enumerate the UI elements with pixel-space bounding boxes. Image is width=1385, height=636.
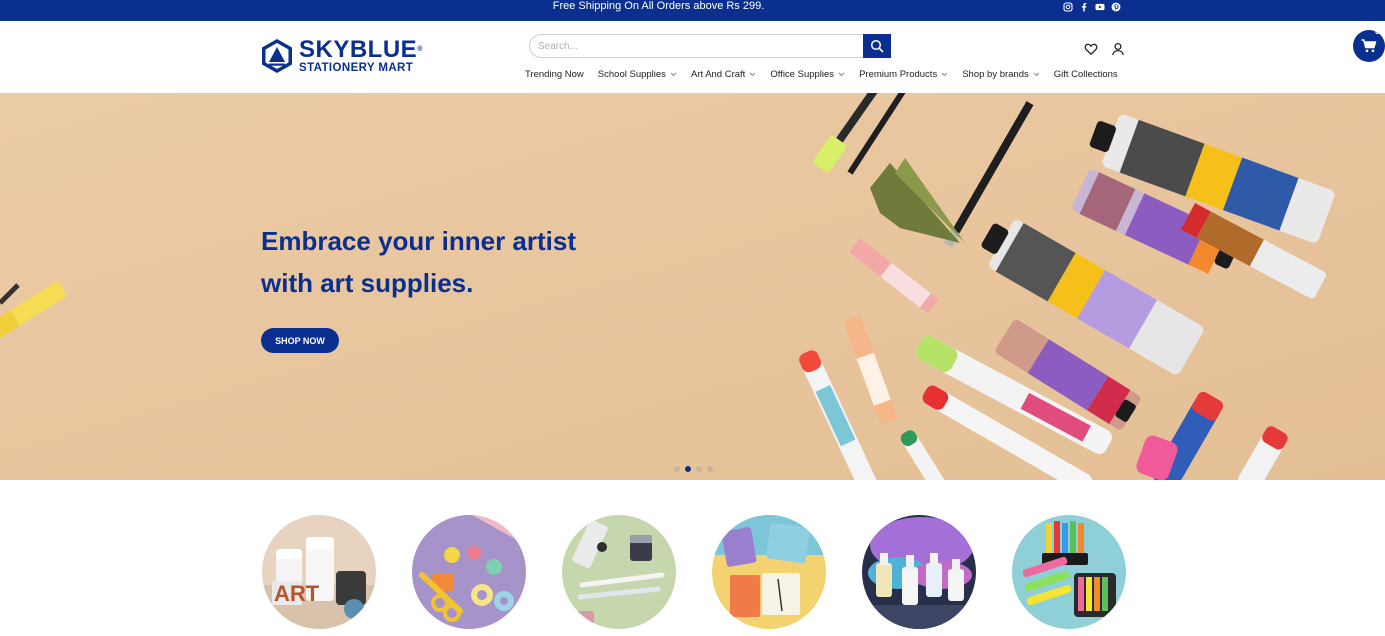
search-button[interactable] <box>863 34 891 58</box>
facebook-icon[interactable] <box>1079 2 1089 12</box>
logo-subtitle: STATIONERY MART <box>299 62 414 74</box>
hero-heading: Embrace your inner artist with art suppl… <box>261 226 576 298</box>
category-fountain-pens[interactable] <box>562 515 676 629</box>
user-icon[interactable] <box>1111 42 1125 56</box>
chevron-down-icon <box>838 72 845 76</box>
carousel-dots <box>674 466 713 472</box>
site-header: SKYBLUE® STATIONERY MART Trending Now Sc… <box>0 21 1385 93</box>
category-ink-bottles[interactable] <box>862 515 976 629</box>
main-nav: Trending Now School Supplies Art And Cra… <box>525 67 1118 81</box>
logo-mark-icon <box>262 39 292 73</box>
category-craft-tools[interactable] <box>412 515 526 629</box>
heart-icon[interactable] <box>1084 42 1098 56</box>
nav-item-school-supplies[interactable]: School Supplies <box>598 69 677 80</box>
category-paint-jars[interactable]: ART <box>262 515 376 629</box>
announcement-bar: Free Shipping On All Orders above Rs 299… <box>0 0 1385 21</box>
social-links <box>1063 2 1121 12</box>
chevron-down-icon <box>749 72 756 76</box>
chevron-down-icon <box>670 72 677 76</box>
pinterest-icon[interactable] <box>1111 2 1121 12</box>
cart-icon <box>1361 39 1377 53</box>
carousel-dot[interactable] <box>696 466 702 472</box>
nav-item-premium-products[interactable]: Premium Products <box>859 69 948 80</box>
search-bar <box>529 34 891 58</box>
logo-title: SKYBLUE® <box>299 36 423 63</box>
chevron-down-icon <box>941 72 948 76</box>
logo[interactable]: SKYBLUE® STATIONERY MART <box>260 38 423 74</box>
cart-count-badge: 0 <box>1375 27 1380 36</box>
nav-item-gift-collections[interactable]: Gift Collections <box>1054 69 1118 80</box>
hero-art-supplies-image <box>0 93 1385 480</box>
nav-item-office-supplies[interactable]: Office Supplies <box>770 69 845 80</box>
svg-text:ART: ART <box>274 581 320 606</box>
carousel-dot[interactable] <box>707 466 713 472</box>
nav-item-art-and-craft[interactable]: Art And Craft <box>691 69 756 80</box>
category-crayons[interactable] <box>1012 515 1126 629</box>
carousel-dot[interactable] <box>674 466 680 472</box>
category-notepads[interactable] <box>712 515 826 629</box>
nav-item-trending-now[interactable]: Trending Now <box>525 69 584 80</box>
search-input[interactable] <box>529 34 869 58</box>
hero-banner: Embrace your inner artist with art suppl… <box>0 93 1385 480</box>
category-list: ART <box>262 515 1126 629</box>
shop-now-button[interactable]: SHOP NOW <box>261 328 339 353</box>
instagram-icon[interactable] <box>1063 2 1073 12</box>
cart-button[interactable] <box>1353 30 1385 62</box>
youtube-icon[interactable] <box>1095 2 1105 12</box>
carousel-dot-active[interactable] <box>685 466 691 472</box>
chevron-down-icon <box>1033 72 1040 76</box>
search-icon <box>870 39 884 53</box>
nav-item-shop-by-brands[interactable]: Shop by brands <box>962 69 1040 80</box>
